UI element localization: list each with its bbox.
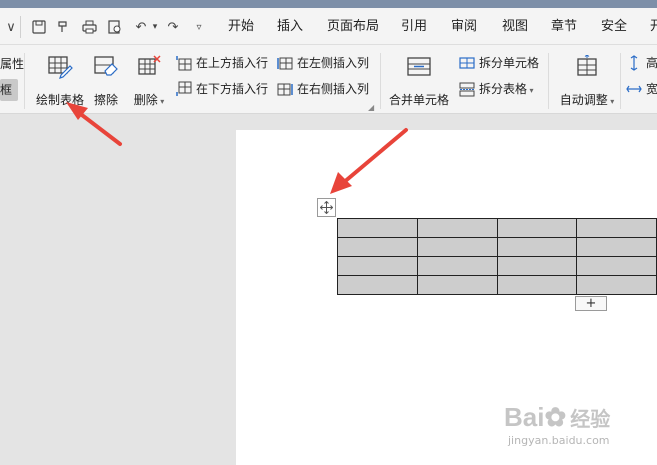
- merge-cells-button[interactable]: 合并单元格: [388, 53, 450, 109]
- table-cell[interactable]: [337, 275, 418, 295]
- insert-row-below-button[interactable]: 在下方插入行: [176, 80, 268, 98]
- draw-table-icon: [48, 56, 73, 79]
- table-cell[interactable]: [337, 256, 418, 276]
- split-cells-button[interactable]: 拆分单元格: [459, 54, 539, 72]
- table-cell[interactable]: [576, 256, 657, 276]
- split-table-icon: [459, 82, 475, 97]
- delete-label: 删除 ▾: [133, 93, 165, 107]
- delete-button[interactable]: 删除 ▾: [129, 53, 169, 109]
- menu-bar: ∨ ↶ ▾ ↷ ▿ 开始 插入 页面布局 引用 审阅 视图 章节 安全 开: [0, 8, 657, 45]
- split-table-button[interactable]: 拆分表格 ▾: [459, 80, 534, 98]
- tab-review[interactable]: 审阅: [451, 18, 477, 36]
- insert-row-above-label: 在上方插入行: [196, 56, 269, 70]
- insert-col-left-label: 在左侧插入列: [297, 56, 370, 70]
- menu-chevron-icon[interactable]: ∨: [2, 18, 20, 36]
- print-preview-icon[interactable]: [106, 18, 124, 36]
- table-cell[interactable]: [496, 275, 578, 295]
- table-cell[interactable]: [576, 218, 657, 238]
- divider: [380, 53, 381, 109]
- table-row: [337, 275, 657, 295]
- tab-home[interactable]: 开始: [228, 18, 254, 36]
- table-cell[interactable]: [337, 218, 418, 238]
- table-row: [337, 237, 657, 257]
- auto-fit-label: 自动调整 ▾: [559, 93, 615, 107]
- table-row: [337, 218, 657, 238]
- table-cell[interactable]: [416, 256, 498, 276]
- divider: [548, 53, 549, 109]
- dialog-launcher-icon[interactable]: ◢: [368, 103, 374, 112]
- add-row-button[interactable]: +: [575, 296, 607, 311]
- insert-col-left-icon: [277, 57, 293, 70]
- column-width-button[interactable]: 宽: [626, 80, 657, 98]
- merge-cells-icon: [407, 57, 431, 76]
- column-width-label: 宽: [646, 82, 657, 96]
- split-table-label: 拆分表格 ▾: [479, 82, 534, 96]
- draw-table-label: 绘制表格: [35, 93, 84, 107]
- insert-col-right-label: 在右侧插入列: [297, 82, 370, 96]
- row-height-label: 高: [646, 56, 657, 70]
- divider: [620, 53, 621, 109]
- erase-button[interactable]: 擦除: [90, 53, 122, 109]
- insert-col-right-button[interactable]: 在右侧插入列: [277, 80, 369, 98]
- insert-row-above-button[interactable]: 在上方插入行: [176, 54, 268, 72]
- insert-col-right-icon: [277, 83, 293, 96]
- divider: [20, 16, 21, 38]
- erase-label: 擦除: [93, 93, 118, 107]
- title-bar: [0, 0, 657, 8]
- table-cell[interactable]: [416, 275, 498, 295]
- baidu-watermark: Bai✿ 经验 jingyan.baidu.com: [504, 402, 654, 462]
- undo-dropdown-icon[interactable]: ▾: [146, 18, 164, 36]
- paw-icon: ✿: [544, 402, 567, 432]
- tab-more[interactable]: 开: [650, 18, 657, 36]
- column-width-icon: [626, 85, 642, 93]
- save-icon[interactable]: [30, 18, 48, 36]
- auto-fit-icon: [577, 55, 597, 76]
- redo-icon[interactable]: ↷: [164, 18, 182, 36]
- draw-table-button[interactable]: 绘制表格: [32, 53, 88, 109]
- table-cell[interactable]: [416, 218, 498, 238]
- table-cell[interactable]: [576, 237, 657, 257]
- format-painter-icon[interactable]: [54, 18, 72, 36]
- customize-dropdown-icon[interactable]: ▿: [190, 18, 208, 36]
- delete-table-icon: [138, 55, 161, 75]
- divider: [24, 53, 25, 109]
- row-height-button[interactable]: 高: [626, 54, 657, 72]
- tab-references[interactable]: 引用: [401, 18, 427, 36]
- watermark-brand2: 经验: [570, 409, 611, 431]
- table-move-handle[interactable]: [317, 198, 336, 217]
- split-cells-label: 拆分单元格: [479, 56, 540, 70]
- table-cell[interactable]: [496, 237, 578, 257]
- tab-page-layout[interactable]: 页面布局: [327, 18, 379, 36]
- split-cells-icon: [459, 57, 475, 69]
- table-cell[interactable]: [416, 237, 498, 257]
- insert-row-above-icon: [176, 56, 192, 71]
- insert-row-below-icon: [176, 81, 192, 96]
- document-table[interactable]: [337, 218, 657, 295]
- merge-cells-label: 合并单元格: [388, 93, 449, 107]
- tab-view[interactable]: 视图: [502, 18, 528, 36]
- insert-row-below-label: 在下方插入行: [196, 82, 269, 96]
- tab-chapter[interactable]: 章节: [551, 18, 577, 36]
- auto-fit-button[interactable]: 自动调整 ▾: [556, 53, 618, 109]
- ribbon: 属性 框 绘制表格 擦除 删除 ▾ 在上方插入行 在下方插入行 在左侧插入列 在…: [0, 45, 657, 114]
- tab-insert[interactable]: 插入: [277, 18, 303, 36]
- watermark-brand: Bai: [504, 402, 545, 432]
- row-height-icon: [630, 55, 638, 71]
- move-arrows-icon: [320, 201, 333, 214]
- properties-button[interactable]: 属性: [0, 55, 24, 72]
- watermark-url: jingyan.baidu.com: [508, 434, 610, 447]
- table-cell[interactable]: [496, 218, 578, 238]
- table-cell[interactable]: [337, 237, 418, 257]
- insert-col-left-button[interactable]: 在左侧插入列: [277, 54, 369, 72]
- print-icon[interactable]: [80, 18, 98, 36]
- eraser-icon: [94, 56, 118, 76]
- table-row: [337, 256, 657, 276]
- table-cell[interactable]: [576, 275, 657, 295]
- tab-security[interactable]: 安全: [601, 18, 627, 36]
- table-cell[interactable]: [496, 256, 578, 276]
- frame-button[interactable]: 框: [0, 79, 18, 101]
